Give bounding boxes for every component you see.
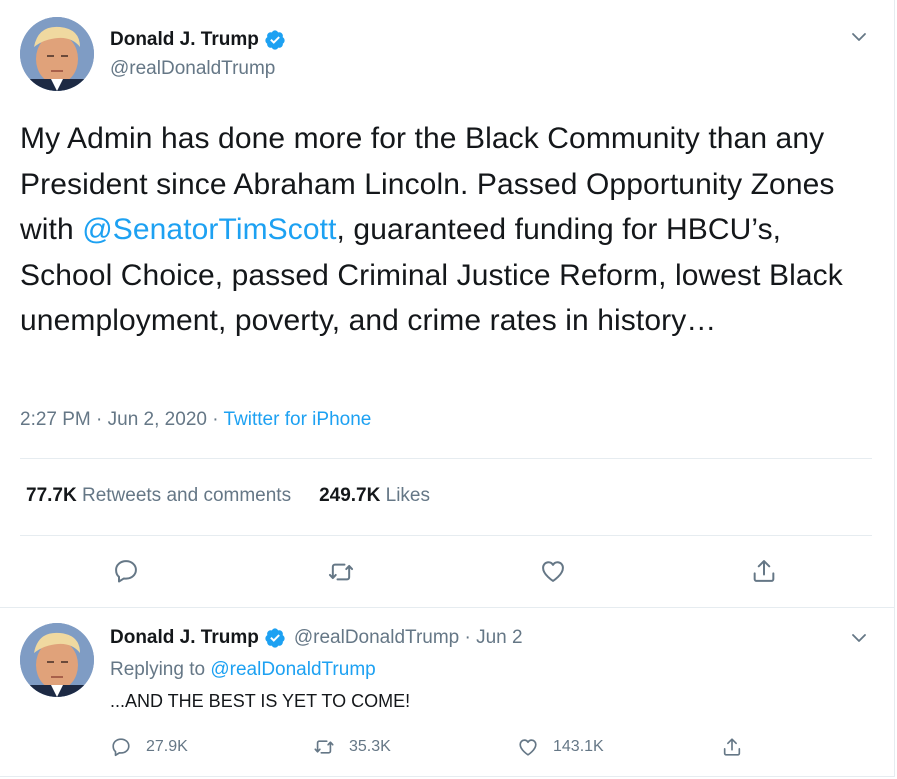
tweet-separator xyxy=(0,607,895,608)
reply-icon xyxy=(112,738,130,757)
heart-icon[interactable] xyxy=(539,557,567,585)
engagement-stats: 77.7K Retweets and comments 249.7K Likes xyxy=(26,485,430,507)
author-display-name[interactable]: Donald J. Trump xyxy=(110,29,259,51)
replying-to-label: Replying to xyxy=(110,659,211,680)
retweet-action[interactable]: 35.3K xyxy=(313,736,391,758)
retweets-label: Retweets and comments xyxy=(81,485,292,506)
chevron-down-icon[interactable] xyxy=(849,27,869,47)
retweets-stat[interactable]: 77.7K Retweets and comments xyxy=(26,485,291,506)
retweet-count: 35.3K xyxy=(349,738,391,755)
like-action[interactable]: 143.1K xyxy=(517,736,604,758)
likes-stat[interactable]: 249.7K Likes xyxy=(319,485,430,506)
retweet-icon xyxy=(314,740,334,754)
tweet-source-link[interactable]: Twitter for iPhone xyxy=(224,409,372,430)
tweet-meta: 2:27 PM · Jun 2, 2020 · Twitter for iPho… xyxy=(20,409,371,431)
likes-count: 249.7K xyxy=(319,485,381,506)
author-handle[interactable]: @realDonaldTrump xyxy=(110,58,275,80)
heart-icon xyxy=(519,739,537,756)
tweet-thread: Donald J. Trump @realDonaldTrump My Admi… xyxy=(0,0,895,777)
reply-author-name[interactable]: Donald J. Trump xyxy=(110,627,259,649)
reply-icon[interactable] xyxy=(112,557,140,585)
retweet-icon[interactable] xyxy=(327,558,355,586)
mention-link[interactable]: @SenatorTimScott xyxy=(82,213,336,246)
reply-tweet-text: ...AND THE BEST IS YET TO COME! xyxy=(110,691,411,711)
verified-badge-icon xyxy=(264,29,286,51)
replying-to: Replying to @realDonaldTrump xyxy=(110,659,376,681)
share-icon[interactable] xyxy=(750,557,778,585)
replying-to-link[interactable]: @realDonaldTrump xyxy=(210,659,375,680)
avatar[interactable] xyxy=(20,17,94,91)
verified-badge-icon xyxy=(264,627,286,649)
tweet-timestamp[interactable]: 2:27 PM · Jun 2, 2020 · xyxy=(20,409,224,430)
chevron-down-icon[interactable] xyxy=(849,628,869,648)
retweets-count: 77.7K xyxy=(26,485,77,506)
avatar[interactable] xyxy=(20,623,94,697)
reply-author-row: Donald J. Trump @realDonaldTrump · Jun 2 xyxy=(110,627,523,649)
author-name-row: Donald J. Trump xyxy=(110,29,286,51)
reply-count: 27.9K xyxy=(146,738,188,755)
divider xyxy=(20,535,872,536)
likes-label: Likes xyxy=(385,485,430,506)
reply-handle-date[interactable]: @realDonaldTrump · Jun 2 xyxy=(294,627,523,649)
share-icon xyxy=(723,738,741,756)
share-action[interactable] xyxy=(721,736,757,758)
like-count: 143.1K xyxy=(553,738,604,755)
reply-action[interactable]: 27.9K xyxy=(110,736,188,758)
tweet-text: My Admin has done more for the Black Com… xyxy=(20,116,880,344)
divider xyxy=(20,458,872,459)
